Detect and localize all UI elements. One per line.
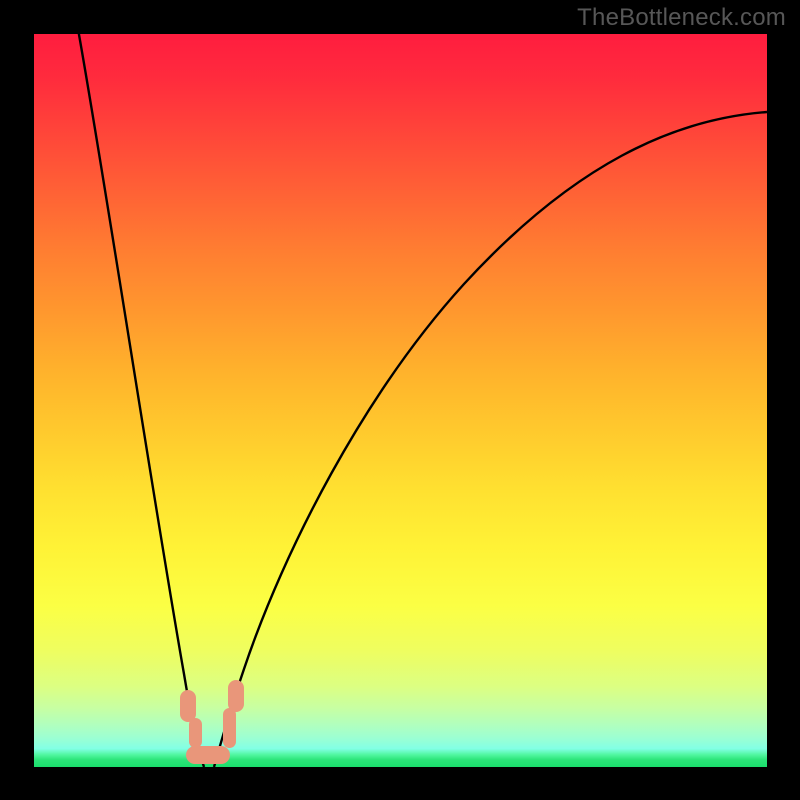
plot-area <box>34 34 767 767</box>
chart-frame: TheBottleneck.com <box>0 0 800 800</box>
watermark-text: TheBottleneck.com <box>577 4 786 32</box>
curve-right-branch <box>214 112 767 767</box>
marker-floor <box>186 746 230 764</box>
marker-min-right-lower <box>223 708 236 748</box>
bottleneck-curve <box>34 34 767 767</box>
curve-left-branch <box>78 34 204 767</box>
marker-min-left-lower <box>189 718 202 748</box>
